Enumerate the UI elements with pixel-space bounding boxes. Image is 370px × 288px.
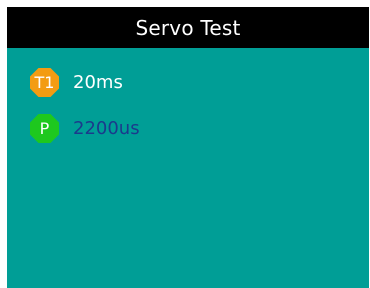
title-bar: Servo Test [7,7,369,48]
device-screen: Servo Test T1 20ms P 2200us [7,7,369,288]
t1-value: 20ms [73,72,123,93]
screen-title: Servo Test [135,15,241,40]
p-value: 2200us [73,118,140,139]
t1-badge-label: T1 [34,73,55,92]
t1-octagon-icon: T1 [30,68,59,97]
p-badge-label: P [39,119,50,138]
pulse-row: P 2200us [30,114,140,143]
timer-row: T1 20ms [30,68,123,97]
p-octagon-icon: P [30,114,59,143]
